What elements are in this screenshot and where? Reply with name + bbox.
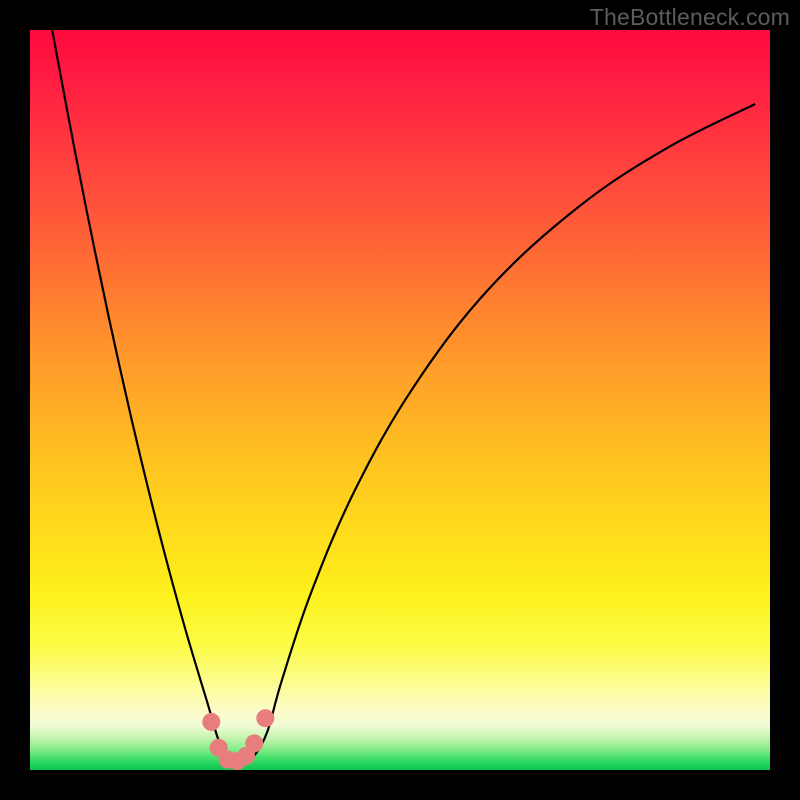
curve-marker — [245, 734, 263, 752]
watermark-text: TheBottleneck.com — [590, 4, 790, 31]
curve-marker — [202, 713, 220, 731]
bottleneck-curve — [30, 30, 770, 770]
curve-marker — [256, 709, 274, 727]
chart-frame: TheBottleneck.com — [0, 0, 800, 800]
curve-path — [52, 30, 755, 764]
plot-area — [30, 30, 770, 770]
